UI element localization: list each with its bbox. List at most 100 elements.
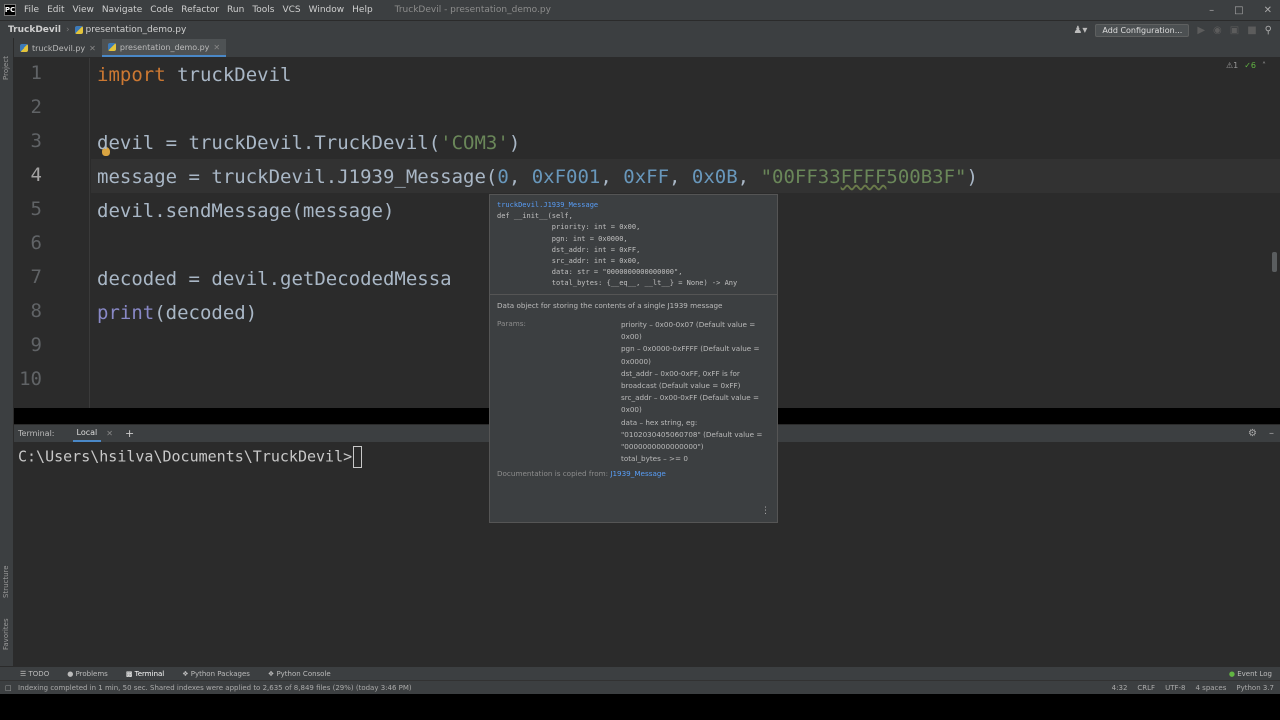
line-number: 7 (30, 266, 42, 288)
code-line-1: import truckDevil (97, 64, 292, 86)
line-number: 8 (30, 300, 42, 322)
line-number: 4 (30, 164, 42, 186)
python-packages-tool-button[interactable]: ❖ Python Packages (182, 670, 250, 678)
terminal-cursor (353, 446, 363, 468)
tab-label: presentation_demo.py (119, 42, 210, 52)
tab-label: truckDevil.py (32, 43, 86, 53)
menu-help[interactable]: Help (352, 5, 373, 15)
line-number: 2 (30, 96, 42, 118)
code-line-5: devil.sendMessage(message) (97, 200, 395, 222)
close-tab-icon[interactable]: ✕ (89, 44, 96, 53)
add-configuration-button[interactable]: Add Configuration... (1095, 23, 1190, 37)
line-number: 1 (30, 62, 42, 84)
event-log-button[interactable]: ● Event Log (1229, 670, 1272, 678)
new-terminal-icon[interactable]: + (125, 427, 134, 440)
doc-signature: truckDevil.J1939_Message def __init__(se… (490, 195, 777, 295)
python-file-icon (107, 43, 116, 51)
code-line-4: message = truckDevil.J1939_Message(0, 0x… (97, 166, 978, 188)
check-icon: ✓6 (1244, 61, 1256, 70)
menu-vcs[interactable]: VCS (282, 5, 300, 15)
tab-local-terminal[interactable]: Local (72, 426, 102, 442)
quick-documentation-popup: truckDevil.J1939_Message def __init__(se… (489, 194, 778, 523)
pycharm-logo-icon: PC (4, 4, 16, 16)
python-console-tool-button[interactable]: ❖ Python Console (268, 670, 331, 678)
tab-truckdevil[interactable]: truckDevil.py ✕ (14, 39, 102, 57)
menu-code[interactable]: Code (150, 5, 173, 15)
doc-params-list: priority – 0x00-0x07 (Default value = 0x… (621, 319, 766, 465)
navigation-bar: TruckDevil › presentation_demo.py ♟▾ Add… (0, 20, 1280, 38)
todo-tool-button[interactable]: ☰ TODO (20, 670, 49, 678)
status-toggle-icon[interactable]: □ (5, 684, 12, 692)
hide-icon[interactable]: – (1269, 428, 1274, 439)
menu-file[interactable]: File (24, 5, 39, 15)
doc-source-link[interactable]: J1939_Message (610, 469, 666, 478)
menu-window[interactable]: Window (309, 5, 345, 15)
problems-tool-button[interactable]: ● Problems (67, 670, 108, 678)
line-number: 10 (19, 368, 42, 390)
code-line-8: print(decoded) (97, 302, 258, 324)
window-title: TruckDevil - presentation_demo.py (394, 5, 551, 15)
breadcrumb-file[interactable]: presentation_demo.py (86, 25, 187, 35)
doc-params-label: Params: (497, 319, 526, 328)
warning-icon: ⚠1 (1225, 61, 1239, 70)
close-tab-icon[interactable]: ✕ (213, 43, 220, 52)
menu-tools[interactable]: Tools (252, 5, 274, 15)
stop-icon[interactable]: ■ (1247, 25, 1256, 36)
left-tool-strip: Project Structure Favorites (0, 38, 14, 666)
caret-position[interactable]: 4:32 (1112, 684, 1128, 692)
file-encoding[interactable]: UTF-8 (1165, 684, 1185, 692)
debug-icon[interactable]: ◉ (1213, 25, 1222, 36)
code-line-3: devil = truckDevil.TruckDevil('COM3') (97, 132, 521, 154)
tab-presentation-demo[interactable]: presentation_demo.py ✕ (101, 39, 227, 57)
line-number: 9 (30, 334, 42, 356)
chevron-up-icon[interactable]: ˄ (1262, 61, 1266, 70)
doc-sig-line: src_addr: int = 0x00, (497, 257, 641, 266)
gear-icon[interactable]: ⚙ (1248, 428, 1257, 439)
doc-param: priority – 0x00-0x07 (Default value = 0x… (621, 320, 756, 342)
run-icon[interactable]: ▶ (1197, 25, 1205, 36)
doc-copied-from: Documentation is copied from: J1939_Mess… (497, 469, 666, 478)
line-separator[interactable]: CRLF (1137, 684, 1155, 692)
doc-sig-line: dst_addr: int = 0xFF, (497, 245, 641, 254)
more-options-icon[interactable]: ⋮ (761, 506, 770, 516)
doc-param: pgn – 0x0000-0xFFFF (Default value = 0x0… (621, 344, 760, 366)
python-file-icon (20, 44, 28, 52)
menu-run[interactable]: Run (227, 5, 244, 15)
terminal-prompt: C:\Users\hsilva\Documents\TruckDevil> (18, 446, 363, 468)
minimize-icon[interactable]: – (1209, 5, 1214, 16)
search-icon[interactable]: ⚲ (1265, 25, 1272, 36)
structure-tool-button[interactable]: Structure (2, 565, 10, 598)
doc-sig-line: pgn: int = 0x0000, (497, 234, 628, 243)
favorites-tool-button[interactable]: Favorites (2, 618, 10, 650)
editor-tabs: truckDevil.py ✕ presentation_demo.py ✕ (14, 38, 1280, 58)
close-terminal-tab-icon[interactable]: ✕ (106, 429, 113, 438)
inspection-widget[interactable]: ⚠1 ✓6 ˄ (1226, 61, 1266, 70)
tool-window-bar: ☰ TODO ● Problems ▩ Terminal ❖ Python Pa… (0, 666, 1280, 680)
doc-param: total_bytes – >= 0 (621, 454, 688, 464)
line-number: 5 (30, 198, 42, 220)
maximize-icon[interactable]: □ (1234, 5, 1243, 16)
user-icon[interactable]: ♟▾ (1073, 25, 1087, 36)
doc-sig-line: total_bytes: {__eq__, __lt__} = None) ->… (497, 279, 738, 288)
close-icon[interactable]: ✕ (1264, 5, 1272, 16)
breadcrumb-separator: › (65, 24, 70, 35)
editor-scrollbar[interactable] (1272, 252, 1277, 272)
menu-edit[interactable]: Edit (47, 5, 64, 15)
terminal-title: Terminal: (18, 429, 55, 438)
status-message[interactable]: Indexing completed in 1 min, 50 sec. Sha… (18, 684, 412, 692)
project-tool-button[interactable]: Project (2, 56, 10, 80)
indent-setting[interactable]: 4 spaces (1196, 684, 1227, 692)
doc-class-link[interactable]: truckDevil.J1939_Message (497, 200, 770, 211)
coverage-icon[interactable]: ▣ (1230, 25, 1239, 36)
python-interpreter[interactable]: Python 3.7 (1236, 684, 1274, 692)
status-bar: □ Indexing completed in 1 min, 50 sec. S… (0, 680, 1280, 694)
line-number-gutter: 1 2 3 4 5 6 7 8 9 10 (14, 58, 90, 408)
terminal-tool-button[interactable]: ▩ Terminal (126, 670, 164, 678)
line-number: 3 (30, 130, 42, 152)
python-file-icon (74, 25, 83, 34)
breadcrumb-project[interactable]: TruckDevil (8, 25, 61, 35)
menu-view[interactable]: View (73, 5, 94, 15)
menu-navigate[interactable]: Navigate (102, 5, 142, 15)
menu-refactor[interactable]: Refactor (181, 5, 219, 15)
event-log-icon: ● (1228, 669, 1235, 678)
